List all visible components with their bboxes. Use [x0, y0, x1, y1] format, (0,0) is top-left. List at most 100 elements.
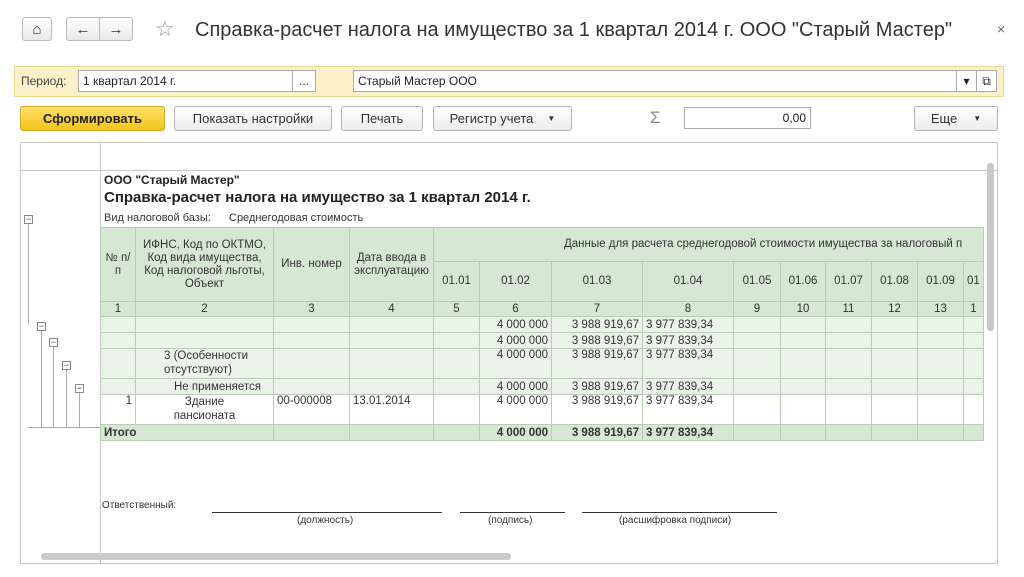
period-select-button[interactable]: ...: [292, 70, 316, 92]
value-cell: 4 000 000: [479, 378, 552, 395]
month-header: 01.06: [780, 261, 826, 302]
show-settings-button[interactable]: Показать настройки: [174, 106, 332, 131]
organization-dropdown-button[interactable]: ▾: [956, 70, 977, 92]
month-header: 01: [963, 261, 984, 302]
collapse-group-4-icon[interactable]: −: [75, 384, 84, 393]
value-cell: 4 000 000: [479, 332, 552, 349]
more-button[interactable]: Еще ▼: [914, 106, 998, 131]
window-title: Справка-расчет налога на имущество за 1 …: [195, 19, 953, 41]
value-cell: 3 977 839,34: [642, 316, 734, 333]
home-button[interactable]: ⌂: [22, 17, 52, 41]
col-number: 9: [733, 301, 781, 317]
total-value: 3 977 839,34: [642, 424, 734, 441]
value-cell: 3 988 919,67: [551, 332, 643, 349]
organization-input[interactable]: Старый Мастер ООО: [353, 70, 957, 92]
col-number: 12: [871, 301, 918, 317]
month-header: 01.01: [433, 261, 480, 302]
register-button[interactable]: Регистр учета ▼: [433, 106, 572, 131]
decode-caption: (расшифровка подписи): [619, 515, 732, 526]
header-num: № п/п: [100, 227, 136, 302]
value-cell: 3 977 839,34: [642, 332, 734, 349]
chevron-down-icon: ▾: [963, 74, 970, 88]
col-number: 7: [551, 301, 643, 317]
col-number: 4: [349, 301, 434, 317]
open-icon: ⧉: [982, 74, 991, 88]
collapse-group-2-icon[interactable]: −: [49, 338, 58, 347]
tax-base-label: Вид налоговой базы:: [104, 212, 211, 224]
header-group: Данные для расчета среднегодовой стоимос…: [433, 227, 984, 262]
col-number: 1: [963, 301, 984, 317]
horizontal-scrollbar[interactable]: [41, 553, 511, 560]
report-table: № п/п ИФНС, Код по ОКТМО, Код вида имуще…: [100, 227, 984, 441]
back-button[interactable]: ←: [66, 17, 100, 41]
chevron-down-icon: ▼: [973, 114, 982, 123]
month-header: 01.04: [642, 261, 734, 302]
header-inv: Инв. номер: [273, 227, 350, 302]
total-value: 3 988 919,67: [551, 424, 643, 441]
header-ifns: ИФНС, Код по ОКТМО, Код вида имущества, …: [135, 227, 274, 302]
total-label: Итого: [100, 424, 274, 441]
month-header: 01.07: [825, 261, 872, 302]
table-row[interactable]: 4 000 000 3 988 919,67 3 977 839,34: [100, 332, 984, 349]
total-value: 4 000 000: [479, 424, 552, 441]
col-number: 1: [100, 301, 136, 317]
row-object-cell: Не применяется: [135, 378, 274, 395]
decode-line: [582, 512, 777, 513]
register-label: Регистр учета: [449, 111, 534, 126]
table-row[interactable]: 3 (Особенности отсутствуют) 4 000 000 3 …: [100, 348, 984, 379]
value-cell: 3 977 839,34: [642, 378, 734, 395]
value-cell: 4 000 000: [479, 394, 552, 425]
collapse-group-1-icon[interactable]: −: [37, 322, 46, 331]
month-header: 01.03: [551, 261, 643, 302]
header-date: Дата ввода в эксплуатацию: [349, 227, 434, 302]
table-row[interactable]: 4 000 000 3 988 919,67 3 977 839,34: [100, 316, 984, 333]
month-header: 01.05: [733, 261, 781, 302]
value-cell: 3 977 839,34: [642, 348, 734, 379]
position-line: [212, 512, 442, 513]
report-area[interactable]: − − − − − ООО "Старый Мастер" Справка-ра…: [20, 142, 998, 564]
value-cell: 4 000 000: [479, 348, 552, 379]
row-number-cell: 1: [100, 394, 136, 425]
table-row[interactable]: Не применяется 4 000 000 3 988 919,67 3 …: [100, 378, 984, 395]
value-cell: 3 988 919,67: [551, 378, 643, 395]
collapse-group-3-icon[interactable]: −: [62, 361, 71, 370]
period-input[interactable]: 1 квартал 2014 г.: [78, 70, 293, 92]
position-caption: (должность): [297, 515, 354, 526]
generate-button[interactable]: Сформировать: [20, 106, 165, 131]
forward-button[interactable]: →: [99, 17, 133, 41]
month-header: 01.02: [479, 261, 552, 302]
row-inv-cell: 00-000008: [273, 394, 350, 425]
total-row[interactable]: Итого 4 000 000 3 988 919,67 3 977 839,3…: [100, 424, 984, 441]
sigma-icon: Σ: [650, 108, 661, 127]
month-header: 01.08: [871, 261, 918, 302]
organization-open-button[interactable]: ⧉: [976, 70, 997, 92]
vertical-scrollbar[interactable]: [987, 163, 994, 331]
col-number: 11: [825, 301, 872, 317]
arrow-right-icon: →: [108, 20, 124, 38]
value-cell: 3 977 839,34: [642, 394, 734, 425]
value-cell: 3 988 919,67: [551, 316, 643, 333]
sum-field[interactable]: 0,00: [684, 107, 811, 129]
favorite-star-icon[interactable]: ☆: [155, 16, 175, 42]
print-button[interactable]: Печать: [341, 106, 423, 131]
col-number: 10: [780, 301, 826, 317]
sign-caption: (подпись): [488, 515, 533, 526]
arrow-left-icon: ←: [75, 20, 91, 38]
more-label: Еще: [930, 111, 958, 126]
row-object-cell: 3 (Особенности отсутствуют): [135, 348, 274, 379]
close-icon[interactable]: ×: [997, 21, 1005, 37]
chevron-down-icon: ▼: [547, 114, 556, 123]
table-row[interactable]: 1 Здание пансионата 00-000008 13.01.2014…: [100, 394, 984, 425]
sign-line: [460, 512, 565, 513]
row-date-cell: 13.01.2014: [349, 394, 434, 425]
value-cell: 4 000 000: [479, 316, 552, 333]
tax-base-value: Среднегодовая стоимость: [229, 212, 364, 224]
report-organization: ООО "Старый Мастер": [104, 173, 240, 187]
collapse-header-icon[interactable]: −: [24, 215, 33, 224]
report-heading: Справка-расчет налога на имущество за 1 …: [104, 189, 531, 206]
col-number: 13: [917, 301, 964, 317]
col-number: 8: [642, 301, 734, 317]
col-number: 2: [135, 301, 274, 317]
col-number: 3: [273, 301, 350, 317]
value-cell: 3 988 919,67: [551, 394, 643, 425]
